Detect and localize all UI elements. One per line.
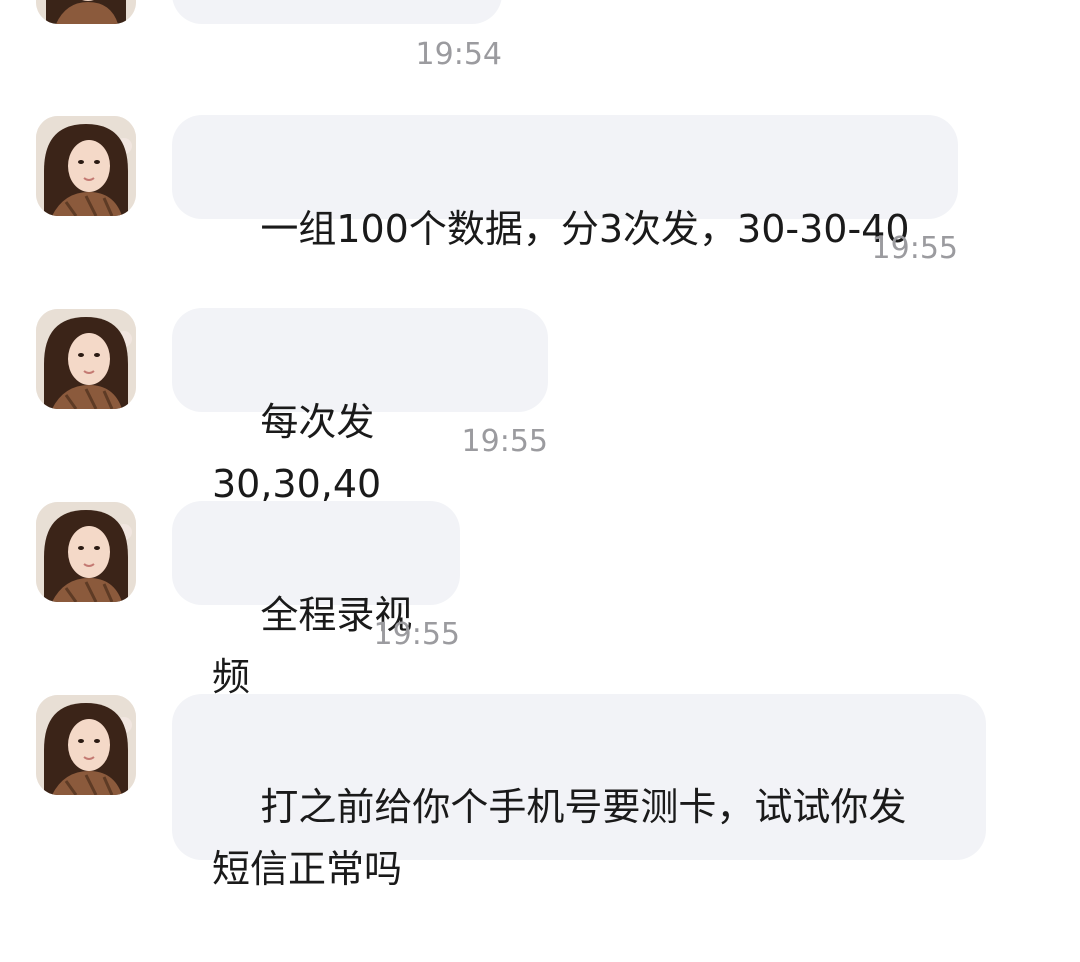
- message-text: 一组100个数据，分3次发，30-30-40: [260, 207, 910, 251]
- message-bubble[interactable]: 全程录视频: [172, 501, 460, 699]
- contact-avatar[interactable]: [36, 502, 136, 602]
- message-text: 每次发30,30,40: [212, 400, 382, 506]
- message-timestamp: 19:55: [461, 424, 548, 459]
- contact-avatar[interactable]: [36, 0, 136, 24]
- avatar-photo-icon: [36, 695, 136, 795]
- contact-avatar[interactable]: [36, 116, 136, 216]
- message-timestamp: 19:55: [373, 617, 460, 652]
- contact-avatar[interactable]: [36, 309, 136, 409]
- message-text: 打之前给你个手机号要测卡，试试你发 短信正常吗: [212, 785, 907, 891]
- avatar-photo-icon: [36, 502, 136, 602]
- avatar-photo-icon: [36, 0, 136, 24]
- avatar-photo-icon: [36, 309, 136, 409]
- message-bubble[interactable]: 一组100个数据，分3次发，30-30-40: [172, 115, 958, 251]
- message-bubble[interactable]: 每次发30,30,40: [172, 308, 548, 506]
- message-timestamp: 19:54: [415, 37, 502, 72]
- message-bubble[interactable]: 打之前给你个手机号要测卡，试试你发 短信正常吗: [172, 694, 986, 891]
- chat-message-list[interactable]: 19:54 一组100个数据，分3次发，30-30-40 19:55 每次发30…: [0, 0, 1080, 891]
- contact-avatar[interactable]: [36, 695, 136, 795]
- message-bubble[interactable]: [172, 0, 502, 24]
- message-timestamp: 19:55: [871, 231, 958, 266]
- avatar-photo-icon: [36, 116, 136, 216]
